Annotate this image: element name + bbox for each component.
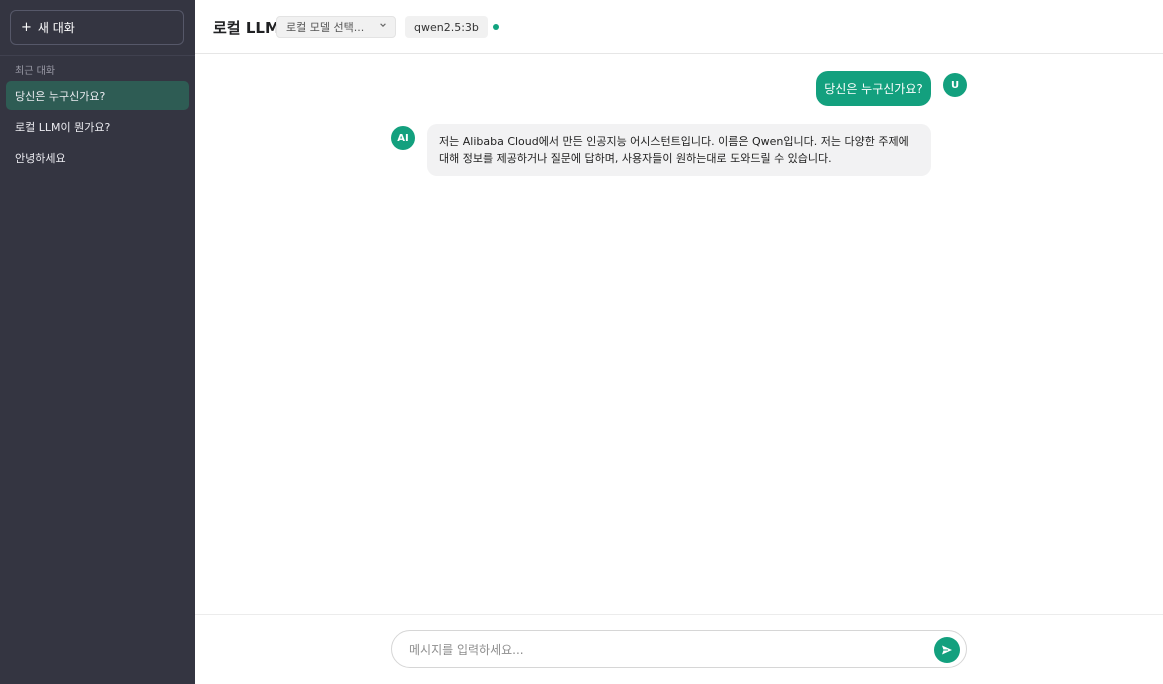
send-icon: [941, 641, 953, 660]
conversation-title: 로컬 LLM이 뭔가요?: [15, 120, 111, 134]
new-chat-label: 새 대화: [37, 21, 75, 35]
assistant-avatar: AI: [391, 126, 415, 150]
user-avatar: U: [943, 73, 967, 97]
recent-conversations-heading: 최근 대화: [15, 66, 55, 77]
sidebar: + 새 대화 최근 대화 당신은 누구신가요? 로컬 LLM이 뭔가요? 안녕하…: [0, 0, 195, 684]
active-model-badge: qwen2.5:3b: [405, 16, 488, 38]
send-button[interactable]: [934, 637, 960, 663]
header: 로컬 LLM 로컬 모델 선택... qwen2.5:3b: [195, 0, 1163, 54]
conversation-item[interactable]: 로컬 LLM이 뭔가요?: [6, 112, 189, 141]
conversation-item[interactable]: 안녕하세요: [6, 143, 189, 172]
composer-divider: [195, 614, 1163, 615]
conversation-title: 안녕하세요: [15, 151, 66, 165]
sidebar-divider: [0, 55, 195, 56]
assistant-message-bubble: 저는 Alibaba Cloud에서 만든 인공지능 어시스턴트입니다. 이름은…: [427, 124, 931, 176]
conversation-item[interactable]: 당신은 누구신가요?: [6, 81, 189, 110]
status-indicator: [493, 24, 499, 30]
user-message-bubble: 당신은 누구신가요?: [816, 71, 931, 106]
plus-icon: +: [21, 20, 32, 35]
model-select-placeholder: 로컬 모델 선택...: [286, 21, 365, 34]
message-input[interactable]: [409, 640, 909, 660]
chevron-down-icon: [379, 21, 387, 32]
message-composer: [391, 630, 967, 668]
page-title: 로컬 LLM: [213, 19, 280, 37]
conversation-list: 당신은 누구신가요? 로컬 LLM이 뭔가요? 안녕하세요: [6, 81, 189, 174]
new-chat-button[interactable]: + 새 대화: [10, 10, 184, 45]
conversation-title: 당신은 누구신가요?: [15, 89, 106, 103]
model-select[interactable]: 로컬 모델 선택...: [276, 16, 396, 38]
